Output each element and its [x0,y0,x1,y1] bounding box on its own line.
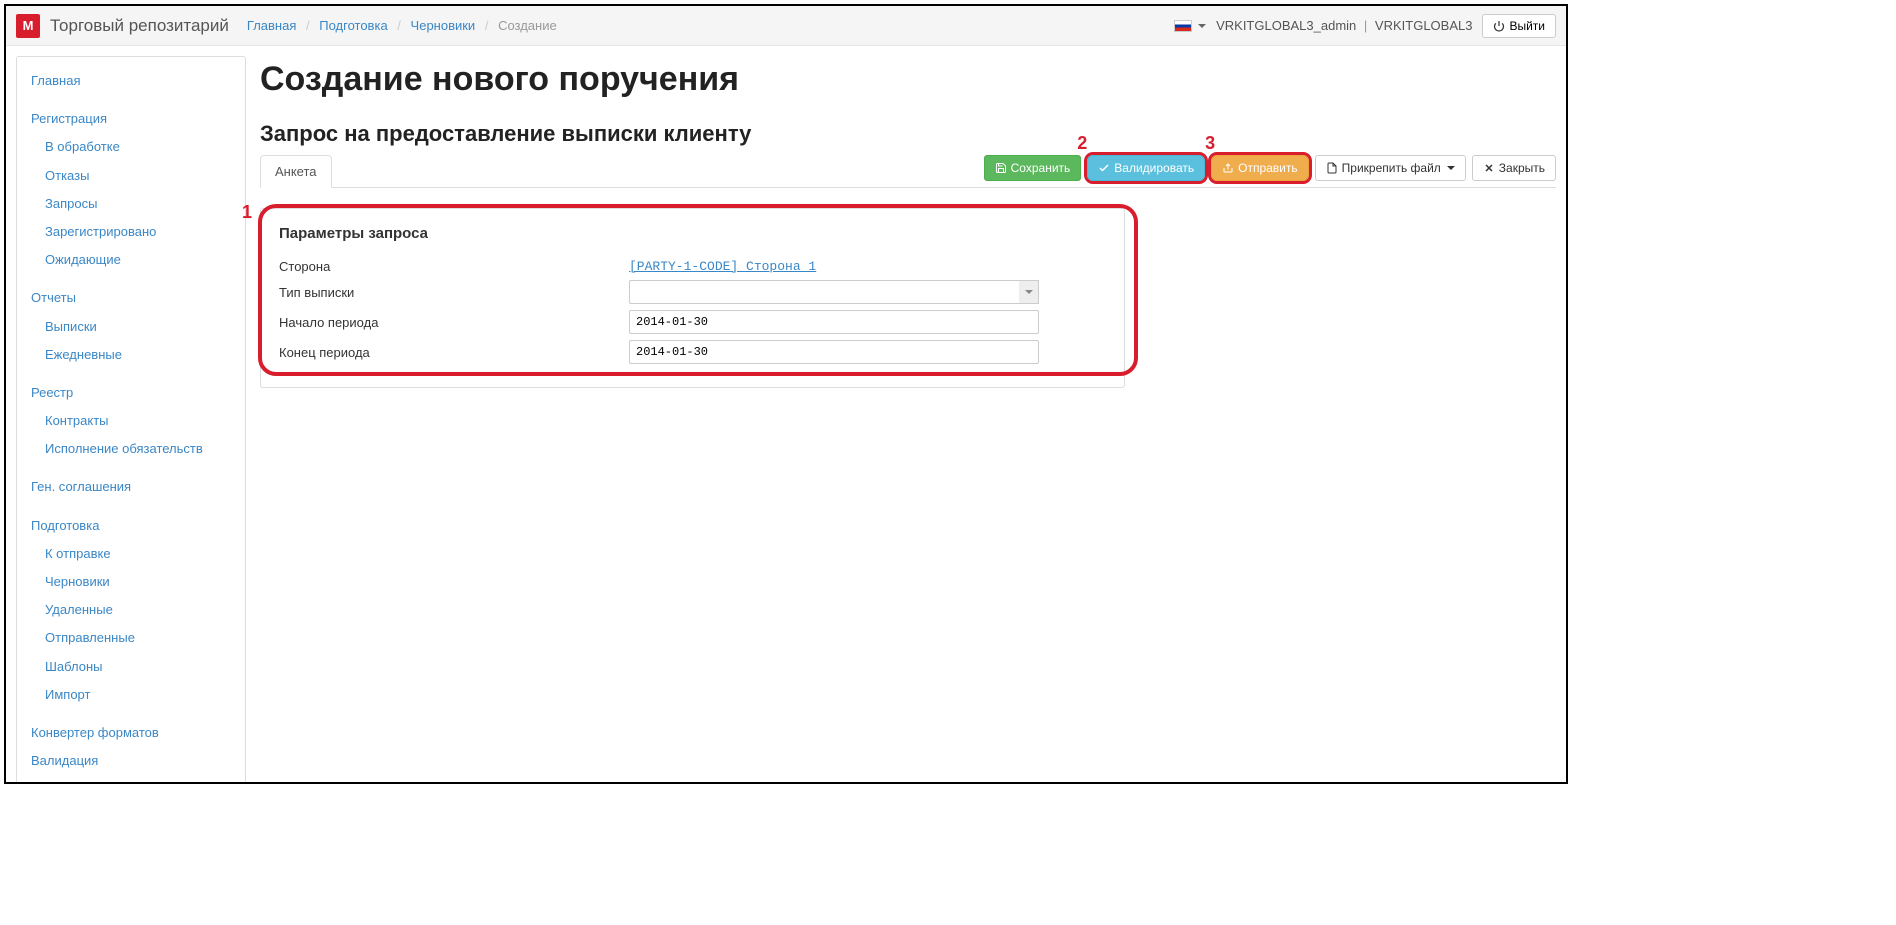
breadcrumb-link[interactable]: Черновики [411,18,476,33]
action-buttons: Сохранить 2 Валидировать 3 Отправит [984,155,1556,187]
chevron-down-icon [1447,166,1455,170]
end-date-input[interactable] [629,340,1039,364]
request-params-panel: Параметры запроса Сторона [PARTY-1-CODE]… [260,208,1125,388]
form-row-type: Тип выписки [279,277,1106,307]
send-button[interactable]: Отправить [1211,155,1309,181]
save-button[interactable]: Сохранить [984,155,1082,181]
form-row-end: Конец периода [279,337,1106,367]
flag-ru-icon [1174,20,1192,32]
sidebar-item[interactable]: Исполнение обязательств [17,435,245,463]
main-content: Создание нового поручения Запрос на пред… [260,56,1556,388]
power-icon [1493,20,1505,32]
validate-button[interactable]: Валидировать [1087,155,1205,181]
user-info: VRKITGLOBAL3_admin | VRKITGLOBAL3 [1216,18,1472,33]
attach-file-button[interactable]: Прикрепить файл [1315,155,1466,181]
sidebar-item[interactable]: Конвертер форматов [17,719,245,747]
close-button[interactable]: Закрыть [1472,155,1556,181]
close-icon [1483,162,1495,174]
sidebar-item[interactable]: Ген. соглашения [17,473,245,501]
sidebar: Главная РегистрацияВ обработкеОтказыЗапро… [16,56,246,784]
type-select-toggle[interactable] [1019,280,1039,304]
sidebar-item[interactable]: Ожидающие [17,246,245,274]
sidebar-item[interactable]: Регистрация [17,105,245,133]
check-icon [1098,162,1110,174]
sidebar-item[interactable]: Черновики [17,568,245,596]
sidebar-item[interactable]: К отправке [17,540,245,568]
sidebar-item[interactable]: Отчеты [17,284,245,312]
callout-1: 1 [242,202,252,223]
app-brand: Торговый репозитарий [50,16,229,36]
chevron-down-icon [1198,24,1206,28]
sidebar-item[interactable]: Реестр [17,379,245,407]
party-value-link[interactable]: [PARTY-1-CODE] Сторона 1 [629,259,816,274]
sidebar-item[interactable]: Отказы [17,162,245,190]
app-logo: M [16,14,40,38]
page-subtitle: Запрос на предоставление выписки клиенту [260,121,1556,147]
save-icon [995,162,1007,174]
sidebar-item[interactable]: Запросы [17,190,245,218]
panel-title: Параметры запроса [279,225,1106,242]
locale-selector[interactable] [1174,20,1206,32]
share-icon [1222,162,1234,174]
tab-form[interactable]: Анкета [260,155,332,188]
sidebar-item[interactable]: Шаблоны [17,653,245,681]
label-type: Тип выписки [279,285,629,300]
callout-3: 3 [1205,133,1215,154]
label-start: Начало периода [279,315,629,330]
org-name: VRKITGLOBAL3 [1375,18,1473,33]
label-end: Конец периода [279,345,629,360]
tabs-row: Анкета Сохранить 2 Валидировать [260,155,1556,188]
sidebar-item[interactable]: Подготовка [17,512,245,540]
start-date-input[interactable] [629,310,1039,334]
sidebar-item[interactable]: Ежедневные [17,341,245,369]
sidebar-item[interactable]: Контракты [17,407,245,435]
sidebar-item[interactable]: Главная [17,67,245,95]
callout-2: 2 [1077,133,1087,154]
breadcrumb-link[interactable]: Подготовка [319,18,387,33]
breadcrumb: Главная / Подготовка / Черновики / Созда… [247,18,557,33]
logout-button[interactable]: Выйти [1482,14,1556,38]
file-icon [1326,162,1338,174]
breadcrumb-current: Создание [498,18,557,33]
page-title: Создание нового поручения [260,60,1556,99]
sidebar-item[interactable]: Удаленные [17,596,245,624]
sidebar-item[interactable]: В обработке [17,133,245,161]
type-select[interactable] [629,280,1039,304]
sidebar-item[interactable]: Валидация [17,747,245,775]
sidebar-item[interactable]: Выписки [17,313,245,341]
sidebar-item[interactable]: Отправленные [17,624,245,652]
form-row-start: Начало периода [279,307,1106,337]
sidebar-item[interactable]: Зарегистрировано [17,218,245,246]
label-party: Сторона [279,259,629,274]
user-name: VRKITGLOBAL3_admin [1216,18,1356,33]
chevron-down-icon [1025,290,1033,294]
topbar: M Торговый репозитарий Главная / Подгото… [6,6,1566,46]
breadcrumb-link[interactable]: Главная [247,18,296,33]
sidebar-item[interactable]: Импорт [17,681,245,709]
form-row-party: Сторона [PARTY-1-CODE] Сторона 1 [279,256,1106,277]
